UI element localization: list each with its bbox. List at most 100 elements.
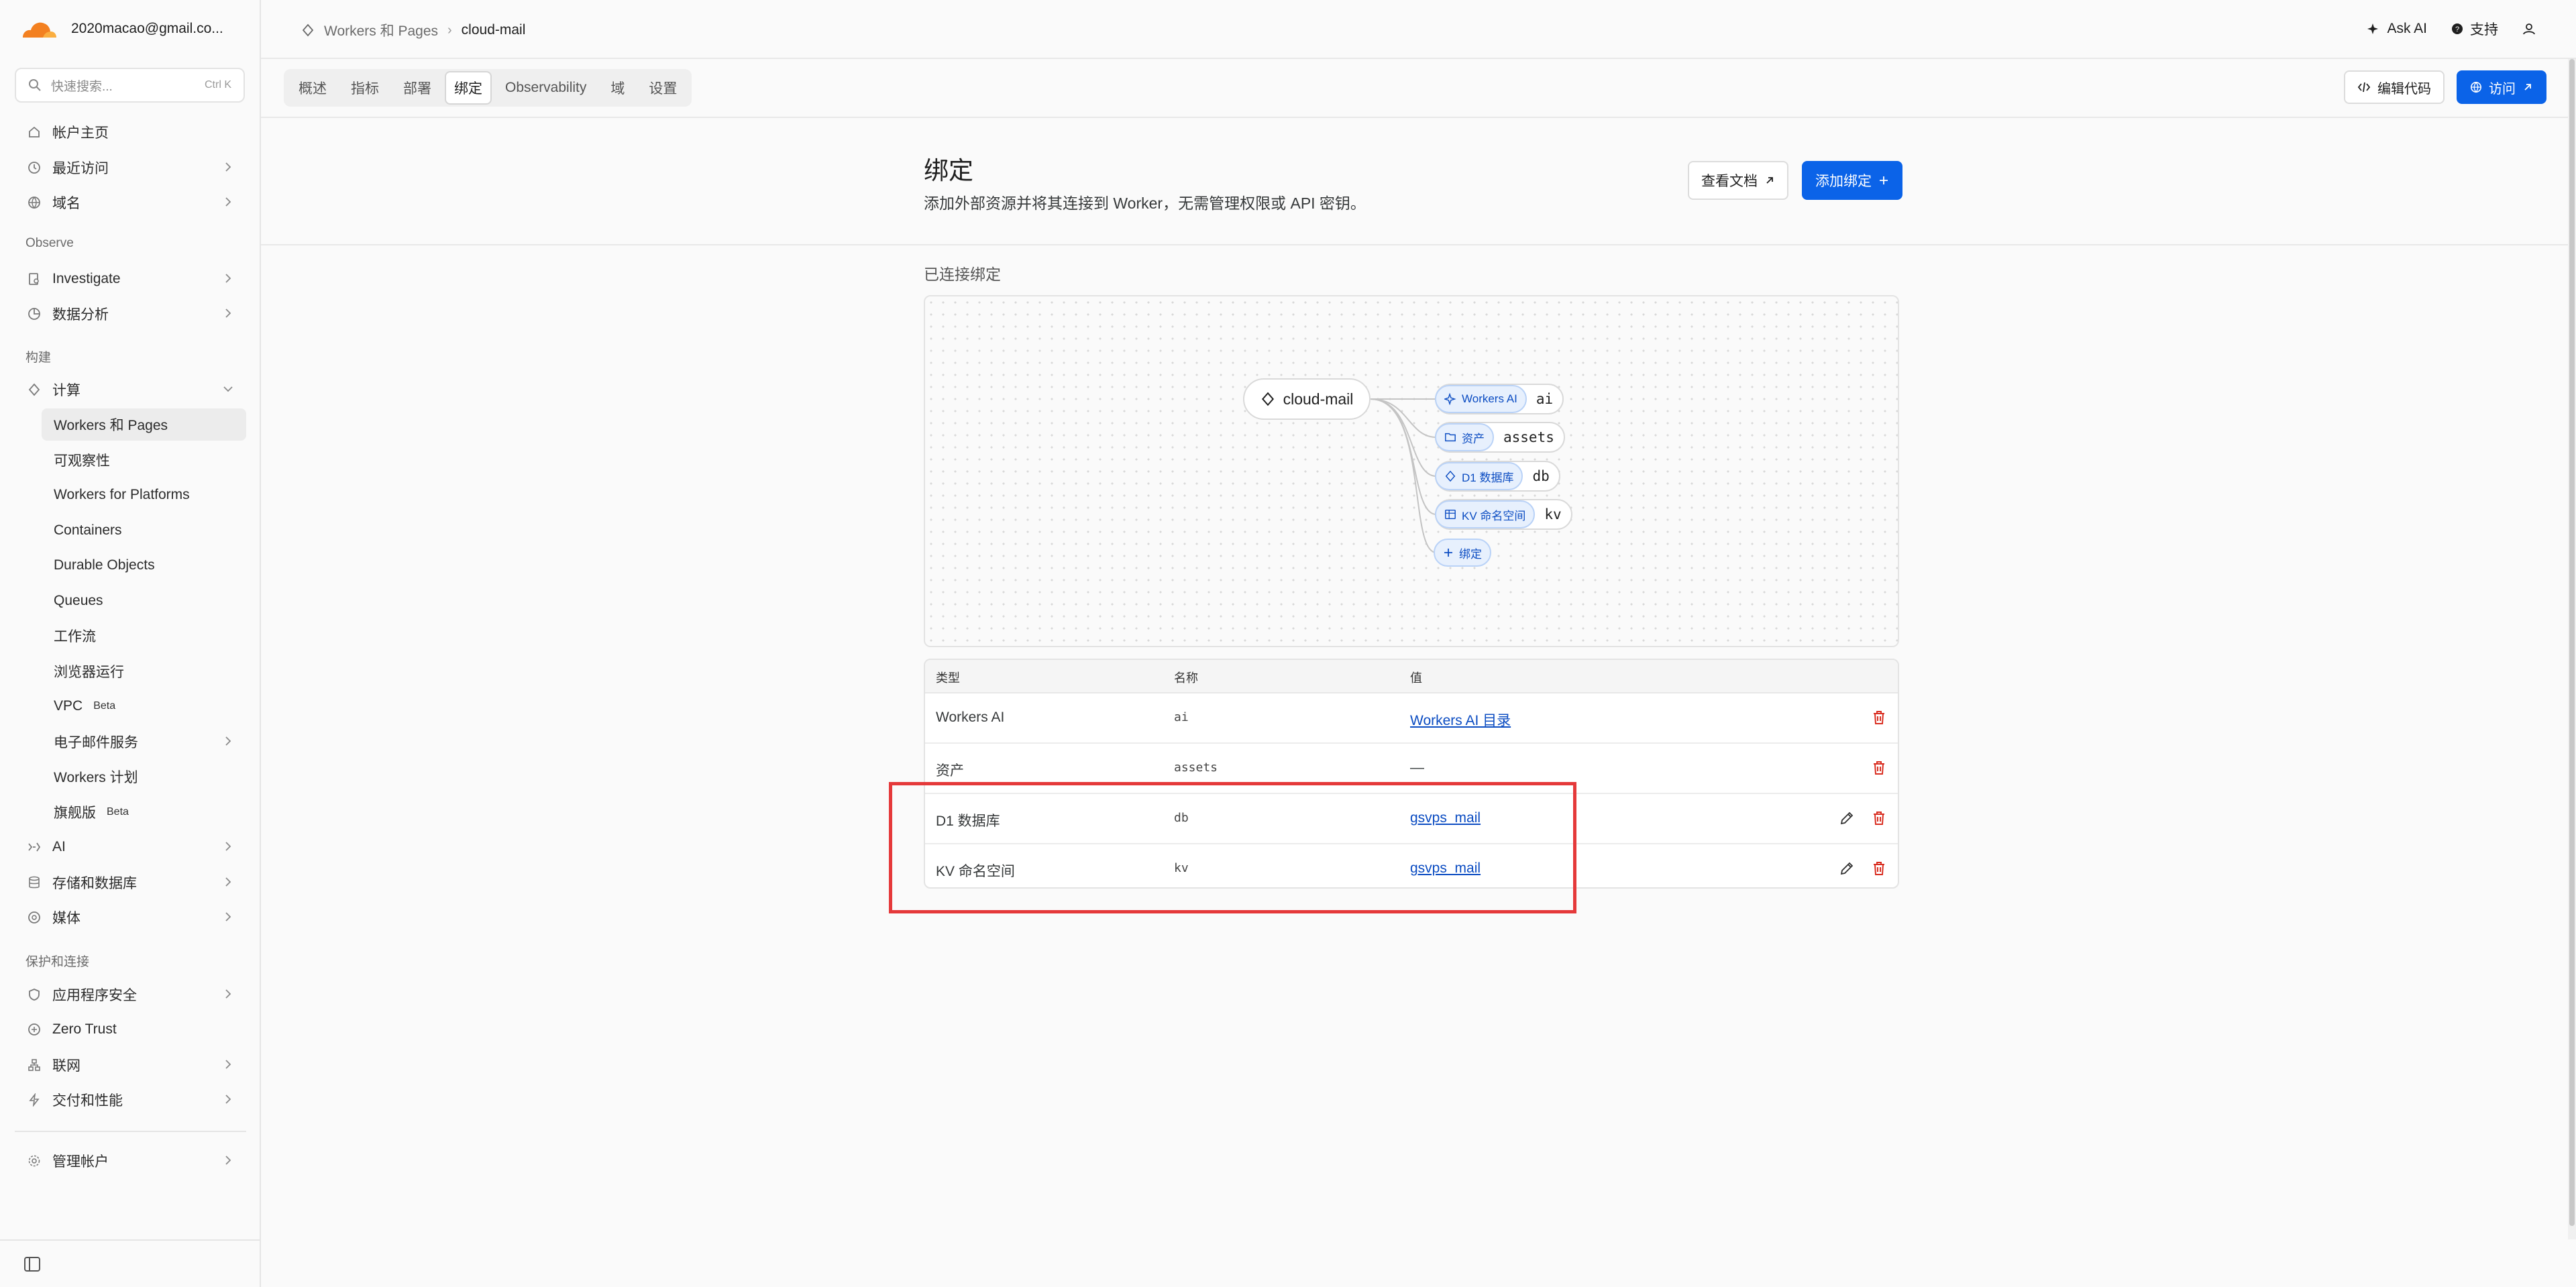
worker-node[interactable]: cloud-mail (1243, 378, 1371, 420)
tab-metrics[interactable]: 指标 (340, 71, 390, 105)
sidebar-item-browser-rendering[interactable]: 浏览器运行 (15, 655, 246, 687)
sidebar-toggle-icon[interactable] (24, 1257, 40, 1272)
edit-icon[interactable] (1839, 860, 1855, 877)
breadcrumb-parent-link[interactable]: Workers 和 Pages (324, 20, 438, 40)
cloudflare-logo-icon (23, 22, 56, 38)
binding-node-assets[interactable]: 资产 assets (1435, 422, 1565, 453)
binding-node-ai[interactable]: Workers AI ai (1435, 384, 1564, 414)
account-switcher[interactable]: 2020macao@gmail.co... (19, 17, 223, 40)
sidebar-item-app-security[interactable]: 应用程序安全 (15, 978, 246, 1011)
binding-node-db[interactable]: D1 数据库 db (1435, 461, 1560, 492)
column-header-name: 名称 (1174, 671, 1198, 685)
database-icon (27, 875, 42, 890)
sidebar-item-workflows[interactable]: 工作流 (15, 620, 246, 652)
user-menu-button[interactable] (2522, 22, 2536, 36)
tab-bindings[interactable]: 绑定 (445, 71, 492, 105)
ask-ai-button[interactable]: Ask AI (2367, 21, 2427, 37)
tab-observability[interactable]: Observability (494, 73, 597, 103)
scrollbar-thumb[interactable] (2569, 59, 2575, 1226)
sidebar-item-label: 应用程序安全 (52, 988, 137, 1003)
cell-value: gsvps_mail (1410, 810, 1481, 826)
sidebar-item-ai[interactable]: AI (15, 831, 246, 863)
sidebar-item-label: 媒体 (52, 911, 80, 926)
cell-type: KV 命名空间 (936, 864, 1015, 879)
sidebar-item-investigate[interactable]: Investigate (15, 263, 246, 295)
add-binding-button[interactable]: 添加绑定 (1802, 161, 1902, 200)
chevron-right-icon (225, 842, 231, 851)
binding-type-pill: 资产 (1435, 423, 1494, 451)
lightning-icon (27, 1093, 42, 1107)
edit-icon[interactable] (1839, 810, 1855, 826)
sidebar-item-storage[interactable]: 存储和数据库 (15, 866, 246, 899)
sidebar-item-manage-account[interactable]: 管理帐户 (15, 1145, 246, 1177)
external-link-icon (2524, 84, 2531, 91)
tab-overview[interactable]: 概述 (288, 71, 337, 105)
kv-namespace-link[interactable]: gsvps_mail (1410, 860, 1481, 876)
shield-icon (27, 987, 42, 1002)
ask-ai-label: Ask AI (2387, 21, 2427, 36)
zero-trust-icon (27, 1022, 42, 1037)
sidebar-search-input[interactable]: 快速搜索... Ctrl K (15, 68, 245, 103)
sidebar-item-label: Queues (54, 593, 103, 608)
visit-button[interactable]: 访问 (2457, 70, 2546, 104)
sidebar-item-media[interactable]: 媒体 (15, 901, 246, 934)
view-docs-button[interactable]: 查看文档 (1688, 161, 1788, 200)
sidebar-item-domains[interactable]: 域名 (15, 186, 246, 219)
workers-icon (302, 23, 314, 37)
sidebar-item-durable-objects[interactable]: Durable Objects (15, 549, 246, 581)
sidebar-item-zero-trust[interactable]: Zero Trust (15, 1013, 246, 1046)
sidebar-item-analytics[interactable]: 数据分析 (15, 298, 246, 330)
cell-name: kv (1174, 861, 1189, 875)
delete-icon[interactable] (1871, 760, 1887, 776)
sidebar-item-workers-plans[interactable]: Workers 计划 (15, 761, 246, 793)
tab-settings[interactable]: 设置 (638, 71, 688, 105)
support-button[interactable]: ? 支持 (2451, 19, 2498, 39)
sidebar-item-home[interactable]: 帐户主页 (15, 116, 246, 148)
add-binding-node[interactable]: 绑定 (1434, 537, 1501, 568)
sidebar-item-compute[interactable]: 计算 (15, 374, 246, 406)
delete-icon[interactable] (1871, 810, 1887, 826)
support-label: 支持 (2470, 22, 2498, 38)
sidebar-item-label: Workers 和 Pages (54, 418, 168, 433)
page-title: 绑定 (924, 157, 973, 184)
sidebar-item-observability[interactable]: 可观察性 (15, 444, 246, 476)
chevron-right-icon (225, 1060, 231, 1069)
binding-name: kv (1544, 506, 1562, 522)
add-binding-pill[interactable]: 绑定 (1434, 539, 1491, 567)
sidebar-item-network[interactable]: 联网 (15, 1049, 246, 1081)
binding-name: assets (1503, 429, 1554, 445)
top-right-actions: Ask AI ? 支持 (2367, 19, 2536, 39)
d1-database-link[interactable]: gsvps_mail (1410, 810, 1481, 826)
sidebar-item-email-service[interactable]: 电子邮件服务 (15, 726, 246, 758)
sidebar-item-label: 数据分析 (52, 307, 109, 323)
tab-domains[interactable]: 域 (600, 71, 635, 105)
sidebar-item-recent[interactable]: 最近访问 (15, 152, 246, 184)
delete-icon[interactable] (1871, 860, 1887, 877)
sidebar-heading-protect: 保护和连接 (25, 955, 90, 969)
tab-deployments[interactable]: 部署 (392, 71, 442, 105)
sidebar-item-delivery[interactable]: 交付和性能 (15, 1084, 246, 1116)
delete-icon[interactable] (1871, 710, 1887, 726)
workers-ai-catalog-link[interactable]: Workers AI 目录 (1410, 713, 1511, 728)
globe-icon (27, 195, 42, 210)
compute-icon (27, 382, 42, 397)
column-header-value: 值 (1410, 671, 1422, 685)
sidebar-item-label: Durable Objects (54, 557, 155, 573)
cell-name: assets (1174, 761, 1218, 775)
sidebar-item-workers-pages[interactable]: Workers 和 Pages (42, 408, 246, 441)
sidebar-item-label: 计算 (52, 383, 80, 398)
sidebar-item-workers-for-platforms[interactable]: Workers for Platforms (15, 479, 246, 511)
page-scrollbar[interactable] (2568, 59, 2576, 1239)
media-icon (27, 910, 42, 925)
sidebar-item-containers[interactable]: Containers (15, 514, 246, 547)
sidebar-item-queues[interactable]: Queues (15, 585, 246, 617)
sidebar-heading-observe: Observe (25, 236, 74, 250)
sidebar-item-vpc[interactable]: VPC Beta (15, 690, 246, 722)
top-bar: Workers 和 Pages › cloud-mail Ask AI ? 支持 (261, 0, 2576, 59)
binding-node-kv[interactable]: KV 命名空间 kv (1435, 499, 1572, 530)
sidebar-item-label: 存储和数据库 (52, 876, 137, 891)
sidebar-item-flagship[interactable]: 旗舰版 Beta (15, 796, 246, 828)
edit-code-button[interactable]: 编辑代码 (2344, 70, 2445, 104)
view-docs-label: 查看文档 (1701, 174, 1758, 189)
sidebar-item-label: 交付和性能 (52, 1093, 123, 1109)
